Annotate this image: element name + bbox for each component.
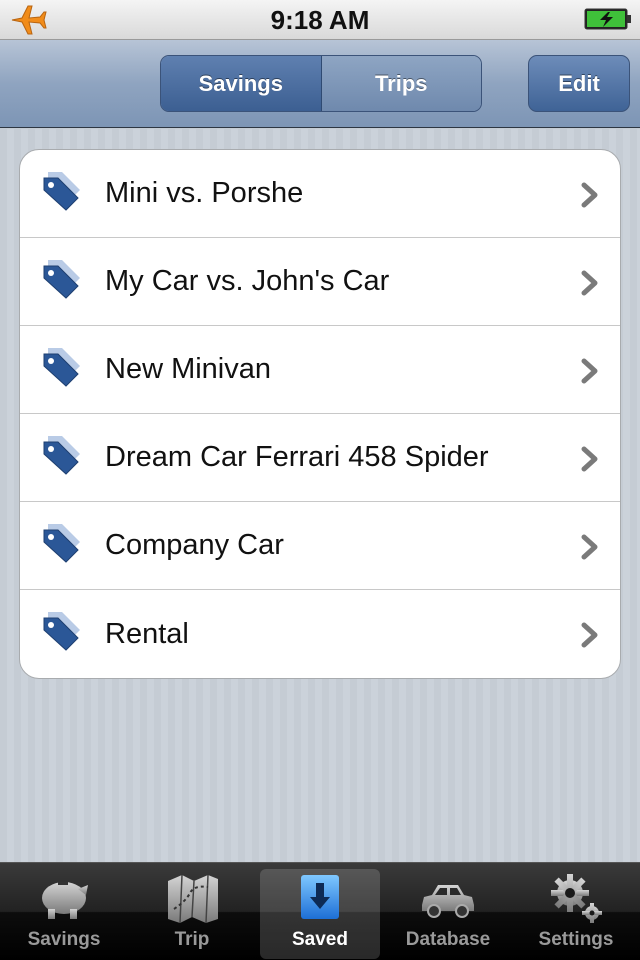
list-item[interactable]: New Minivan [20,326,620,414]
car-icon [422,885,474,918]
list-item-label: My Car vs. John's Car [105,265,390,297]
navigation-bar: Savings Trips Edit [0,40,640,128]
piggy-bank-icon [42,882,88,919]
chevron-right-icon [581,358,598,384]
tab-bar: Savings Trip Saved Database Settings [0,862,640,960]
chevron-right-icon [581,182,598,208]
map-icon [168,874,218,924]
tab-label: Saved [292,929,348,950]
chevron-right-icon [581,446,598,472]
price-tag-icon [43,172,80,211]
list-item-label: Company Car [105,529,284,561]
segmented-control: Savings Trips [160,55,482,112]
download-icon [301,875,339,919]
list-item-label: Dream Car Ferrari 458 Spider [105,441,489,473]
list-item[interactable]: Company Car [20,502,620,590]
tab-savings[interactable]: Savings [0,863,128,960]
chevron-right-icon [581,534,598,560]
list-item[interactable]: Mini vs. Porshe [20,150,620,238]
list-item[interactable]: Rental [20,590,620,678]
list-item-label: Rental [105,617,189,650]
chevron-right-icon [581,622,598,648]
content-area: Mini vs. Porshe My Car vs. John's Car Ne… [0,129,640,862]
saved-list: Mini vs. Porshe My Car vs. John's Car Ne… [19,149,621,679]
tab-label: Savings [27,929,101,950]
segment-savings[interactable]: Savings [161,56,322,111]
tab-saved[interactable]: Saved [256,863,384,960]
tab-label: Settings [538,929,614,950]
tab-trip[interactable]: Trip [128,863,256,960]
status-time: 9:18 AM [270,5,370,35]
price-tag-icon [43,260,80,299]
list-item-label: New Minivan [105,353,271,385]
price-tag-icon [43,436,80,475]
tab-label: Database [405,929,491,950]
battery-charging-icon [584,8,631,30]
tab-settings[interactable]: Settings [512,863,640,960]
segment-trips[interactable]: Trips [321,56,481,111]
chevron-right-icon [581,270,598,296]
list-item[interactable]: Dream Car Ferrari 458 Spider [20,414,620,502]
price-tag-icon [43,348,80,387]
price-tag-icon [43,612,80,651]
list-item-label: Mini vs. Porshe [105,177,304,209]
price-tag-icon [43,524,80,563]
list-item[interactable]: My Car vs. John's Car [20,238,620,326]
tab-database[interactable]: Database [384,863,512,960]
gear-icon [551,874,602,923]
tab-label: Trip [174,929,210,950]
edit-button[interactable]: Edit [528,55,630,112]
status-bar: 9:18 AM [0,0,640,40]
